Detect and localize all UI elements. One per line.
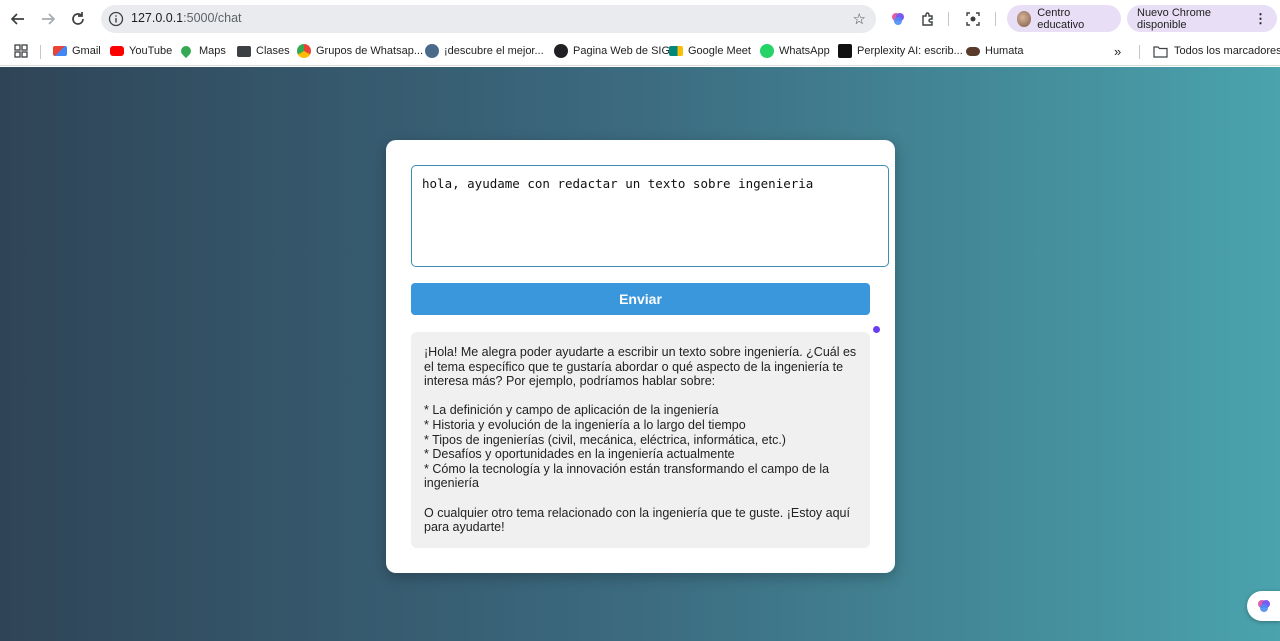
update-chip-label: Nuevo Chrome disponible [1137, 6, 1211, 31]
bookmark-clases[interactable]: Clases [237, 42, 290, 60]
response-line: * Tipos de ingenierías (civil, mecánica,… [424, 432, 786, 447]
back-button[interactable] [6, 7, 30, 31]
bookmark-perplexity[interactable]: Perplexity AI: escrib... [838, 42, 963, 60]
reload-button[interactable] [66, 7, 90, 31]
screen-capture-icon[interactable] [963, 9, 983, 29]
bookmark-pagina-sig[interactable]: Pagina Web de SIG [554, 42, 670, 60]
avatar [1017, 10, 1032, 27]
whatsapp-icon [760, 44, 774, 58]
extensions-puzzle-icon[interactable] [918, 9, 938, 29]
globe-icon [554, 44, 568, 58]
maps-icon [178, 43, 194, 59]
bookmark-label: Pagina Web de SIG [573, 45, 671, 57]
browser-toolbar: 127.0.0.1:5000/chat ☆ Centro educativo N… [0, 0, 1280, 37]
bookmark-label: Google Meet [688, 45, 751, 57]
response-line: * Desafíos y oportunidades en la ingenie… [424, 447, 735, 462]
gmail-icon [53, 46, 67, 56]
response-line: ¡Hola! Me alegra poder ayudarte a escrib… [424, 345, 857, 389]
bookmark-label: Perplexity AI: escrib... [857, 45, 963, 57]
bookmark-whatsapp[interactable]: WhatsApp [760, 42, 830, 60]
bookmark-descubre[interactable]: ¡descubre el mejor... [425, 42, 544, 60]
chrome-update-chip[interactable]: Nuevo Chrome disponible ⋮ [1127, 5, 1277, 32]
floating-assistant-button[interactable] [1247, 591, 1280, 621]
gemini-extension-icon[interactable] [888, 9, 908, 29]
response-line: * Historia y evolución de la ingeniería … [424, 417, 746, 432]
response-line: O cualquier otro tema relacionado con la… [424, 505, 850, 535]
arrow-right-icon [42, 13, 56, 25]
bookmark-label: Gmail [72, 45, 101, 57]
bookmark-youtube[interactable]: YouTube [110, 42, 172, 60]
meet-icon [669, 46, 683, 56]
humata-icon [966, 46, 980, 56]
folder-icon [1153, 45, 1168, 58]
bookmark-label: ¡descubre el mejor... [444, 45, 544, 57]
chrome-icon [297, 44, 311, 58]
arrow-left-icon [10, 13, 24, 25]
profile-chip[interactable]: Centro educativo [1007, 5, 1121, 32]
url-host: 127.0.0.1 [131, 11, 184, 25]
bookmark-google-meet[interactable]: Google Meet [669, 42, 751, 60]
kebab-menu-icon[interactable]: ⋮ [1254, 11, 1267, 27]
status-dot [873, 326, 880, 333]
brain-icon [1257, 600, 1270, 612]
bookmark-label: YouTube [129, 45, 173, 57]
bookmark-maps[interactable]: Maps [178, 42, 226, 60]
response-line: * La definición y campo de aplicación de… [424, 403, 719, 418]
all-bookmarks-label: Todos los marcadores [1174, 45, 1280, 57]
bookmark-grupos-whatsapp[interactable]: Grupos de Whatsap... [297, 42, 423, 60]
page-background: hola, ayudame con redactar un texto sobr… [0, 67, 1280, 641]
perplexity-icon [838, 44, 852, 58]
youtube-icon [110, 46, 124, 56]
all-bookmarks-folder[interactable]: Todos los marcadores [1153, 42, 1280, 60]
bookmark-humata[interactable]: Humata [966, 42, 1024, 60]
reload-icon [72, 12, 84, 25]
bookmark-label: WhatsApp [779, 45, 830, 57]
site-info-icon[interactable] [108, 11, 124, 27]
message-input[interactable]: hola, ayudame con redactar un texto sobr… [411, 165, 889, 267]
url-path: :5000/chat [183, 11, 242, 25]
bookmark-star-icon[interactable]: ☆ [853, 10, 866, 28]
bookmarks-bar: Gmail YouTube Maps Clases Grupos de What… [0, 37, 1280, 66]
more-bookmarks-chevron-icon[interactable]: » [1114, 42, 1121, 60]
globe-icon [425, 44, 439, 58]
address-bar[interactable]: 127.0.0.1:5000/chat ☆ [101, 5, 876, 33]
bookmark-label: Humata [985, 45, 1024, 57]
chat-response: ¡Hola! Me alegra poder ayudarte a escrib… [411, 332, 870, 548]
send-button[interactable]: Enviar [411, 283, 870, 315]
apps-grid-icon[interactable] [14, 42, 28, 60]
forward-button[interactable] [36, 7, 60, 31]
bookmark-label: Grupos de Whatsap... [316, 45, 423, 57]
bookmark-gmail[interactable]: Gmail [53, 42, 101, 60]
bookmark-label: Maps [199, 45, 226, 57]
bookmark-label: Clases [256, 45, 290, 57]
url-text: 127.0.0.1:5000/chat [131, 11, 242, 25]
response-line: * Cómo la tecnología y la innovación est… [424, 461, 830, 491]
chat-card: hola, ayudame con redactar un texto sobr… [386, 140, 895, 573]
profile-chip-label: Centro educativo [1037, 6, 1085, 31]
classroom-icon [237, 45, 251, 57]
